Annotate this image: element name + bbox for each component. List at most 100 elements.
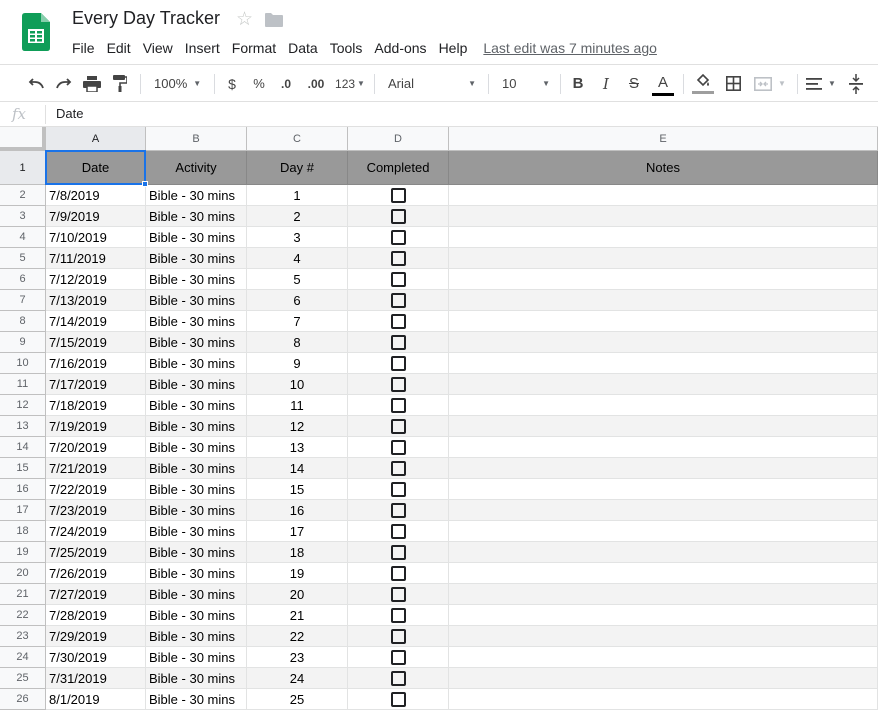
completed-checkbox[interactable] (390, 649, 406, 665)
completed-checkbox[interactable] (390, 607, 406, 623)
cell-a8[interactable]: 7/14/2019 (46, 311, 146, 332)
completed-checkbox[interactable] (390, 271, 406, 287)
cell-a11[interactable]: 7/17/2019 (46, 374, 146, 395)
currency-button[interactable]: $ (222, 65, 242, 102)
cell-d6[interactable] (348, 269, 449, 290)
completed-checkbox[interactable] (390, 229, 406, 245)
header-cell-b[interactable]: Activity (146, 151, 247, 185)
merge-cells-icon[interactable]: ▼ (750, 65, 790, 102)
cell-a16[interactable]: 7/22/2019 (46, 479, 146, 500)
increase-decimal-button[interactable]: .00 (302, 65, 330, 102)
cell-b15[interactable]: Bible - 30 mins (146, 458, 247, 479)
document-title[interactable]: Every Day Tracker (72, 8, 220, 29)
cell-c26[interactable]: 25 (247, 689, 348, 710)
header-cell-e[interactable]: Notes (449, 151, 878, 185)
header-cell-c[interactable]: Day # (247, 151, 348, 185)
cell-e10[interactable] (449, 353, 878, 374)
cell-d2[interactable] (348, 185, 449, 206)
cell-b24[interactable]: Bible - 30 mins (146, 647, 247, 668)
cell-e8[interactable] (449, 311, 878, 332)
completed-checkbox[interactable] (390, 334, 406, 350)
cell-d25[interactable] (348, 668, 449, 689)
cell-a14[interactable]: 7/20/2019 (46, 437, 146, 458)
completed-checkbox[interactable] (390, 376, 406, 392)
cell-c16[interactable]: 15 (247, 479, 348, 500)
formula-input[interactable]: Date (56, 106, 83, 121)
cell-e18[interactable] (449, 521, 878, 542)
completed-checkbox[interactable] (390, 544, 406, 560)
cell-c19[interactable]: 18 (247, 542, 348, 563)
cell-d4[interactable] (348, 227, 449, 248)
cell-e15[interactable] (449, 458, 878, 479)
menu-edit[interactable]: Edit (101, 39, 137, 57)
completed-checkbox[interactable] (390, 250, 406, 266)
select-all-corner[interactable] (0, 127, 46, 151)
cell-a17[interactable]: 7/23/2019 (46, 500, 146, 521)
row-header-14[interactable]: 14 (0, 437, 46, 458)
cell-a23[interactable]: 7/29/2019 (46, 626, 146, 647)
cell-e3[interactable] (449, 206, 878, 227)
cell-d5[interactable] (348, 248, 449, 269)
column-header-c[interactable]: C (247, 127, 348, 151)
menu-insert[interactable]: Insert (179, 39, 226, 57)
row-header-5[interactable]: 5 (0, 248, 46, 269)
cell-e2[interactable] (449, 185, 878, 206)
cell-c20[interactable]: 19 (247, 563, 348, 584)
cell-e14[interactable] (449, 437, 878, 458)
cell-b3[interactable]: Bible - 30 mins (146, 206, 247, 227)
menu-view[interactable]: View (137, 39, 179, 57)
cell-c7[interactable]: 6 (247, 290, 348, 311)
row-header-12[interactable]: 12 (0, 395, 46, 416)
cell-b8[interactable]: Bible - 30 mins (146, 311, 247, 332)
cell-e17[interactable] (449, 500, 878, 521)
row-header-21[interactable]: 21 (0, 584, 46, 605)
row-header-23[interactable]: 23 (0, 626, 46, 647)
cell-b6[interactable]: Bible - 30 mins (146, 269, 247, 290)
cell-d3[interactable] (348, 206, 449, 227)
column-header-d[interactable]: D (348, 127, 449, 151)
font-size-select[interactable]: 10 ▼ (498, 65, 552, 102)
cell-a26[interactable]: 8/1/2019 (46, 689, 146, 710)
completed-checkbox[interactable] (390, 523, 406, 539)
cell-a25[interactable]: 7/31/2019 (46, 668, 146, 689)
completed-checkbox[interactable] (390, 313, 406, 329)
completed-checkbox[interactable] (390, 187, 406, 203)
row-header-17[interactable]: 17 (0, 500, 46, 521)
cell-d12[interactable] (348, 395, 449, 416)
cell-c25[interactable]: 24 (247, 668, 348, 689)
cell-c13[interactable]: 12 (247, 416, 348, 437)
column-header-b[interactable]: B (146, 127, 247, 151)
row-header-20[interactable]: 20 (0, 563, 46, 584)
cell-e26[interactable] (449, 689, 878, 710)
cell-d10[interactable] (348, 353, 449, 374)
row-header-4[interactable]: 4 (0, 227, 46, 248)
cell-a22[interactable]: 7/28/2019 (46, 605, 146, 626)
completed-checkbox[interactable] (390, 586, 406, 602)
menu-file[interactable]: File (70, 39, 101, 57)
cell-c5[interactable]: 4 (247, 248, 348, 269)
cell-c2[interactable]: 1 (247, 185, 348, 206)
zoom-select[interactable]: 100% ▼ (150, 65, 208, 102)
cell-d22[interactable] (348, 605, 449, 626)
cell-e11[interactable] (449, 374, 878, 395)
cell-c6[interactable]: 5 (247, 269, 348, 290)
decrease-decimal-button[interactable]: .0 (274, 65, 298, 102)
print-icon[interactable] (80, 65, 104, 102)
completed-checkbox[interactable] (390, 460, 406, 476)
cell-b23[interactable]: Bible - 30 mins (146, 626, 247, 647)
more-formats-button[interactable]: 123 ▼ (332, 65, 368, 102)
cell-c24[interactable]: 23 (247, 647, 348, 668)
completed-checkbox[interactable] (390, 691, 406, 707)
menu-format[interactable]: Format (226, 39, 282, 57)
completed-checkbox[interactable] (390, 628, 406, 644)
cell-e9[interactable] (449, 332, 878, 353)
cell-a7[interactable]: 7/13/2019 (46, 290, 146, 311)
cell-d15[interactable] (348, 458, 449, 479)
completed-checkbox[interactable] (390, 208, 406, 224)
cell-d14[interactable] (348, 437, 449, 458)
cell-b13[interactable]: Bible - 30 mins (146, 416, 247, 437)
cell-b12[interactable]: Bible - 30 mins (146, 395, 247, 416)
cell-d8[interactable] (348, 311, 449, 332)
cell-a13[interactable]: 7/19/2019 (46, 416, 146, 437)
cell-b2[interactable]: Bible - 30 mins (146, 185, 247, 206)
